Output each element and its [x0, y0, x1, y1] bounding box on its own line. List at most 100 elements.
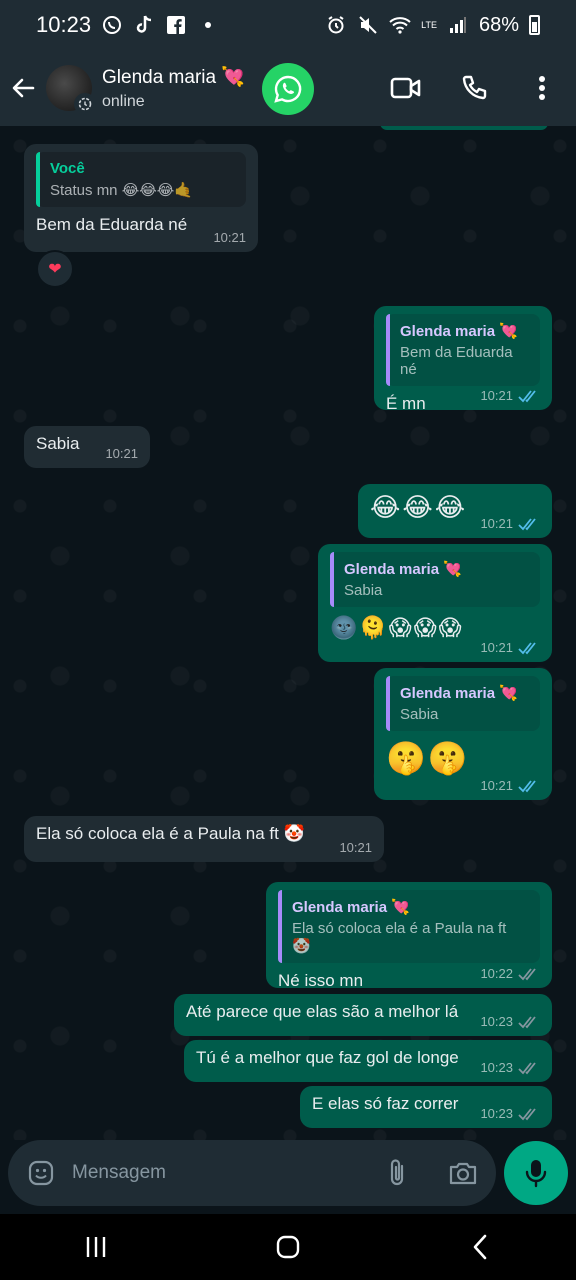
message-bubble-incoming[interactable]: Sabia 10:21: [24, 426, 150, 468]
message-meta: 10:23: [480, 1014, 540, 1029]
message-time: 10:22: [480, 966, 513, 981]
read-ticks-icon: [518, 779, 536, 792]
message-bubble-outgoing[interactable]: Glenda maria 💘 Bem da Eduarda né É mn 10…: [374, 306, 552, 413]
message-time: 10:21: [339, 840, 372, 855]
more-options-button[interactable]: [526, 72, 558, 104]
message-bubble-outgoing[interactable]: Glenda maria 💘 Sabia 🤫🤫 10:21: [374, 668, 552, 800]
message-time: 10:21: [213, 230, 246, 245]
more-vert-icon: [539, 76, 545, 100]
emoji-icon: [28, 1160, 54, 1186]
message-meta: 10:21: [480, 388, 540, 403]
message-bubble-outgoing[interactable]: Glenda maria 💘 Ela só coloca ela é a Pau…: [266, 882, 552, 990]
message-bubble-outgoing[interactable]: Até parece que elas são a melhor lá 10:2…: [174, 994, 552, 1036]
message-meta: 10:21: [480, 778, 540, 793]
recents-icon: [86, 1237, 106, 1257]
voice-call-button[interactable]: [458, 72, 490, 104]
facebook-notification-icon: [165, 14, 187, 36]
quoted-author: Glenda maria 💘: [344, 561, 462, 578]
contact-info[interactable]: Glenda maria 💘 online: [102, 65, 245, 111]
message-input[interactable]: [70, 1161, 382, 1185]
emoji-button[interactable]: [26, 1158, 56, 1188]
home-icon: [276, 1235, 300, 1259]
quoted-author: Glenda maria 💘: [400, 685, 518, 702]
delivered-ticks-icon: [518, 1015, 536, 1028]
system-nav-bar: [0, 1214, 576, 1280]
message-time: 10:21: [480, 640, 513, 655]
whatsapp-icon: [262, 63, 314, 115]
battery-percent: 68%: [478, 13, 519, 36]
message-time: 10:21: [480, 516, 513, 531]
read-ticks-icon: [518, 389, 536, 402]
message-meta: 10:21: [480, 516, 540, 531]
chat-header: Glenda maria 💘 online: [0, 50, 576, 126]
message-bubble-incoming[interactable]: Você Status mn 😂😂😂🤙 Bem da Eduarda né 10…: [24, 144, 258, 252]
message-bubble-incoming[interactable]: Ela só coloca ela é a Paula na ft 🤡 10:2…: [24, 816, 384, 862]
read-ticks-icon: [518, 641, 536, 654]
lte-icon: LTE: [421, 20, 437, 30]
camera-button[interactable]: [448, 1158, 478, 1188]
whatsapp-notification-icon: [101, 14, 123, 36]
quoted-text: Bem da Eduarda né: [400, 344, 513, 378]
wifi-icon: [389, 14, 411, 36]
message-time: 10:21: [480, 388, 513, 403]
status-ring-icon: [74, 93, 96, 115]
status-time: 10:23: [36, 12, 92, 37]
delivered-ticks-icon: [518, 967, 536, 980]
read-ticks-icon: [518, 517, 536, 530]
contact-presence: online: [102, 93, 145, 110]
video-call-button[interactable]: [390, 72, 422, 104]
message-text: Ela só coloca ela é a Paula na ft 🤡: [36, 824, 305, 843]
message-meta: 10:21: [105, 446, 138, 461]
alarm-icon: [325, 14, 347, 36]
nav-back-button[interactable]: [456, 1223, 504, 1271]
nav-back-icon: [473, 1234, 487, 1260]
quoted-message[interactable]: Glenda maria 💘 Sabia: [386, 676, 540, 731]
quoted-text: Status mn 😂😂😂🤙: [50, 182, 193, 199]
message-time: 10:23: [480, 1106, 513, 1121]
message-text: 🤫🤫: [386, 740, 470, 776]
message-meta: 10:23: [480, 1106, 540, 1121]
quoted-message[interactable]: Glenda maria 💘 Sabia: [330, 552, 540, 607]
signal-icon: [447, 14, 469, 36]
camera-icon: [449, 1162, 477, 1185]
message-composer: [8, 1140, 496, 1206]
status-bar: 10:23 LTE 68%: [0, 0, 576, 50]
phone-icon: [462, 75, 487, 100]
heart-reaction-icon: ❤: [48, 261, 62, 278]
message-bubble-outgoing[interactable]: 😂😂😂 10:21: [358, 484, 552, 538]
message-bubble-outgoing[interactable]: Glenda maria 💘 Sabia 🌚🫠😱😱😱 10:21: [318, 544, 552, 662]
message-text: 🌚🫠😱😱😱: [330, 615, 464, 640]
mic-icon: [525, 1160, 547, 1188]
message-time: 10:23: [480, 1014, 513, 1029]
message-bubble-outgoing[interactable]: Tú é a melhor que faz gol de longe 10:23: [184, 1040, 552, 1082]
home-button[interactable]: [264, 1223, 312, 1271]
battery-icon: [529, 15, 540, 35]
delivered-ticks-icon: [518, 1107, 536, 1120]
quoted-message[interactable]: Glenda maria 💘 Bem da Eduarda né: [386, 314, 540, 386]
more-notifications-dot-icon: [197, 14, 219, 36]
voice-message-button[interactable]: [504, 1141, 568, 1205]
quoted-text: Sabia: [344, 582, 383, 599]
mute-icon: [357, 14, 379, 36]
quoted-message[interactable]: Glenda maria 💘 Ela só coloca ela é a Pau…: [278, 890, 540, 963]
quoted-author: Você: [50, 160, 85, 177]
recents-button[interactable]: [72, 1223, 120, 1271]
contact-avatar[interactable]: [46, 65, 96, 115]
message-bubble-outgoing[interactable]: E elas só faz correr 10:23: [300, 1086, 552, 1128]
message-meta: 10:22: [480, 966, 540, 981]
message-time: 10:21: [480, 778, 513, 793]
attach-button[interactable]: [382, 1158, 412, 1188]
tiktok-notification-icon: [133, 14, 155, 36]
message-time: 10:21: [105, 446, 138, 461]
quoted-author: Glenda maria 💘: [292, 899, 410, 916]
message-meta: 10:23: [480, 1060, 540, 1075]
contact-name: Glenda maria 💘: [102, 67, 245, 88]
back-arrow-icon: [12, 78, 35, 98]
video-call-icon: [390, 77, 421, 99]
quoted-message[interactable]: Você Status mn 😂😂😂🤙: [36, 152, 246, 207]
status-right: LTE 68%: [325, 14, 540, 37]
back-button[interactable]: [0, 65, 46, 111]
reaction-badge[interactable]: ❤: [36, 250, 74, 288]
message-meta: 10:21: [339, 840, 372, 855]
chat-area[interactable]: Você Status mn 😂😂😂🤙 Bem da Eduarda né 10…: [0, 126, 576, 1140]
